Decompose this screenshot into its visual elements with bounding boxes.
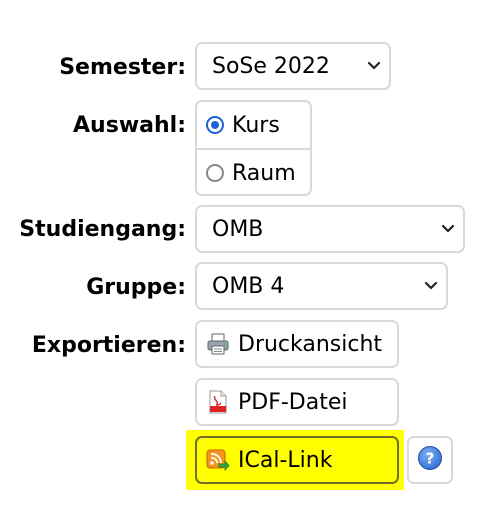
gruppe-select[interactable]: OMB 4: [195, 262, 448, 310]
studiengang-value: OMB: [212, 216, 264, 242]
help-button[interactable]: ?: [407, 436, 453, 484]
printer-icon: [206, 332, 230, 356]
radio-label-kurs: Kurs: [232, 112, 280, 138]
gruppe-label: Gruppe:: [86, 275, 186, 300]
semester-select[interactable]: SoSe 2022: [195, 42, 391, 90]
pdf-datei-label: PDF-Datei: [238, 389, 348, 415]
help-icon: ?: [417, 445, 443, 475]
chevron-down-icon: [416, 281, 446, 291]
druckansicht-label: Druckansicht: [238, 331, 383, 357]
radio-option-raum[interactable]: Raum: [197, 148, 310, 194]
svg-text:?: ?: [426, 450, 435, 468]
radio-option-kurs[interactable]: Kurs: [197, 102, 310, 148]
chevron-down-icon: [433, 224, 463, 234]
exportieren-label: Exportieren:: [31, 333, 186, 358]
semester-label: Semester:: [59, 55, 186, 80]
radio-unchecked-icon[interactable]: [206, 164, 224, 182]
ical-link-button[interactable]: ICal-Link: [195, 436, 399, 484]
druckansicht-button[interactable]: Druckansicht: [195, 320, 399, 368]
auswahl-label: Auswahl:: [73, 113, 186, 138]
rss-feed-icon: [206, 448, 230, 472]
chevron-down-icon: [359, 61, 389, 71]
ical-link-label: ICal-Link: [238, 447, 333, 473]
studiengang-select[interactable]: OMB: [195, 205, 465, 253]
radio-label-raum: Raum: [232, 160, 296, 186]
gruppe-value: OMB 4: [212, 273, 285, 299]
studiengang-label: Studiengang:: [19, 217, 186, 242]
pdf-datei-button[interactable]: PDF-Datei: [195, 378, 399, 426]
radio-checked-icon[interactable]: [206, 116, 224, 134]
auswahl-radio-group: Kurs Raum: [195, 100, 312, 196]
pdf-file-icon: [206, 390, 230, 414]
semester-value: SoSe 2022: [212, 53, 330, 79]
